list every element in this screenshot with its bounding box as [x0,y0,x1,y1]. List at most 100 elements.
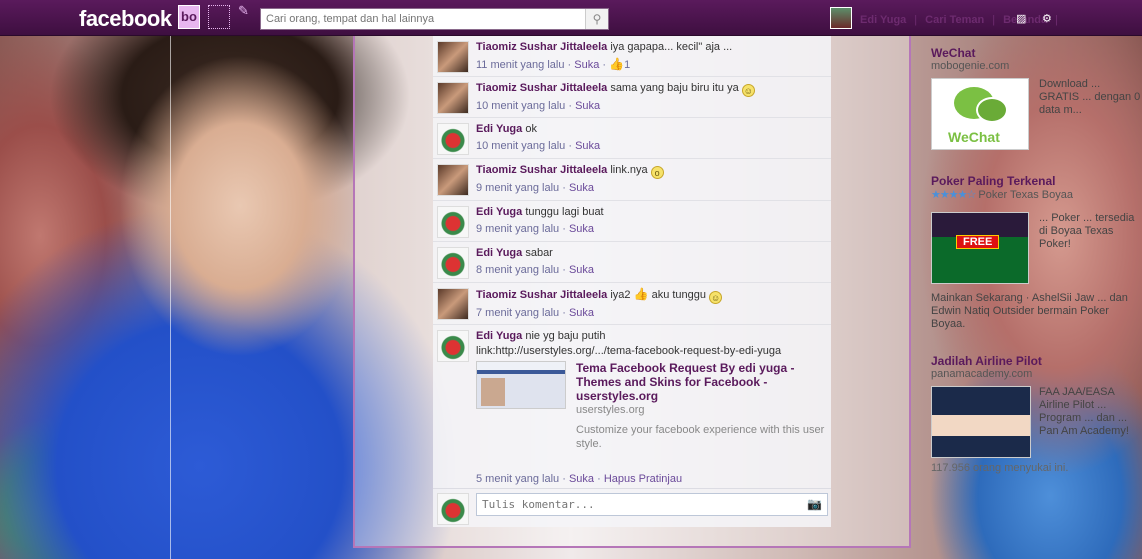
profile-link[interactable]: Edi Yuga [860,14,906,26]
comment-item: Edi Yuga ok 10 menit yang lalu · Suka [433,118,831,159]
comment-text: nie yg baju putih [525,330,606,342]
avatar [437,493,469,525]
commenter-avatar[interactable] [437,247,469,279]
comment-item: Edi Yuga sabar 8 menit yang lalu · Suka [433,242,831,283]
comment-time[interactable]: 10 menit yang lalu [476,100,565,112]
comment-author[interactable]: Edi Yuga [476,206,522,218]
comment-item: Tiaomiz Sushar Jittaleela sama yang baju… [433,77,831,118]
comment-text: link.nya [610,164,648,176]
comment-author[interactable]: Tiaomiz Sushar Jittaleela [476,289,607,301]
commenter-avatar[interactable] [437,288,469,320]
ad-wechat[interactable]: WeChat mobogenie.com WeChat Download ...… [931,46,1142,150]
avatar[interactable] [830,7,853,29]
ad-text: ... Poker ... tersedia di Boyaa Texas Po… [1039,212,1135,250]
like-button[interactable]: Suka [569,223,594,235]
preview-title[interactable]: Tema Facebook Request By edi yuga - Them… [576,361,821,403]
poker-ad-image[interactable]: FREE [931,212,1029,284]
messages-icon[interactable] [208,5,230,29]
ad-text: FAA JAA/EASA Airline Pilot ... Program .… [1039,386,1129,437]
top-bar: facebook bo ✎ ⚲ Edi Yuga | Cari Teman | … [0,0,1142,36]
like-count[interactable]: 1 [624,59,630,71]
comment-text-continued: aku tunggu [651,289,707,301]
comment-composer: 📷 [433,488,831,527]
ad-text: Download ... GRATIS ... dengan 0 data m.… [1039,78,1141,116]
smile-emoticon-icon: ☺ [709,291,723,304]
comment-time[interactable]: 10 menit yang lalu [476,140,565,152]
commenter-avatar[interactable] [437,330,469,362]
smile-emoticon-icon: ☺ [741,84,755,97]
ad-poker[interactable]: Poker Paling Terkenal ★★★★☆ Poker Texas … [931,174,1142,330]
comment-item: Edi Yuga nie yg baju putih link:http://u… [433,325,831,488]
pilot-ad-image[interactable] [931,386,1031,458]
comment-list: Tiaomiz Sushar Jittaleela iya gapapa... … [433,36,831,527]
wechat-logo-icon[interactable]: WeChat [931,78,1029,150]
comment-author[interactable]: Edi Yuga [476,123,522,135]
remove-preview-button[interactable]: Hapus Pratinjau [604,473,682,485]
preview-domain: userstyles.org [576,404,645,416]
find-friends-link[interactable]: Cari Teman [925,14,984,26]
comment-item: Edi Yuga tunggu lagi buat 9 menit yang l… [433,201,831,242]
comment-author[interactable]: Edi Yuga [476,330,522,342]
comment-text: sama yang baju biru itu ya [610,82,739,94]
comment-time[interactable]: 8 menit yang lalu [476,264,559,276]
search-icon[interactable]: ⚲ [585,9,608,29]
settings-icon[interactable]: ⚙ [1042,12,1052,25]
social-context: Mainkan Sekarang · AshelSii Jaw ... dan … [931,292,1128,330]
comment-text: ok [525,123,537,135]
ad-subtitle: Poker Texas Boyaa [978,189,1073,201]
ad-title[interactable]: WeChat [931,46,1142,60]
link-preview[interactable]: Tema Facebook Request By edi yuga - Them… [476,361,826,461]
search-input[interactable] [261,9,581,29]
comment-author[interactable]: Tiaomiz Sushar Jittaleela [476,82,607,94]
preview-thumbnail[interactable] [476,361,566,409]
comment-time[interactable]: 11 menit yang lalu [476,59,564,71]
comment-input[interactable] [477,494,797,515]
like-button[interactable]: Suka [575,100,600,112]
commenter-avatar[interactable] [437,82,469,114]
ad-subtitle: panamacademy.com [931,368,1033,380]
ad-subtitle: mobogenie.com [931,60,1010,72]
facebook-logo[interactable]: facebook [79,6,172,32]
notifications-icon[interactable]: ✎ [238,4,252,18]
ad-pilot[interactable]: Jadilah Airline Pilot panamacademy.com F… [931,354,1142,474]
like-count-icon[interactable]: 👍 [609,57,624,72]
privacy-icon[interactable]: ▨ [1016,12,1026,25]
search-box: ⚲ [260,8,609,30]
preview-description: Customize your facebook experience with … [576,424,825,450]
comment-item: Tiaomiz Sushar Jittaleela iya2 👍 aku tun… [433,283,831,325]
nav-separator: | [1055,14,1058,26]
like-button[interactable]: Suka [574,59,599,71]
thumbs-up-emoticon-icon: 👍 [633,287,649,301]
comment-link[interactable]: link:http://userstyles.org/.../tema-face… [476,344,826,359]
comment-meta: 5 menit yang lalu · Suka · Hapus Pratinj… [476,473,683,485]
like-button[interactable]: Suka [569,307,594,319]
camera-icon[interactable]: 📷 [807,497,822,511]
ad-likes-footer: 117.956 orang menyukai ini. [931,462,1069,474]
comment-author[interactable]: Tiaomiz Sushar Jittaleela [476,41,607,53]
ad-image-label: FREE [956,235,1000,249]
comment-time[interactable]: 9 menit yang lalu [476,182,559,194]
comment-text: sabar [525,247,553,259]
like-button[interactable]: Suka [569,182,594,194]
like-button[interactable]: Suka [575,140,600,152]
ad-title[interactable]: Poker Paling Terkenal [931,174,1142,188]
commenter-avatar[interactable] [437,206,469,238]
comment-time[interactable]: 7 menit yang lalu [476,307,559,319]
rating-stars-icon: ★★★★☆ [931,189,976,201]
comment-time[interactable]: 5 menit yang lalu [476,473,559,485]
comment-time[interactable]: 9 menit yang lalu [476,223,559,235]
friend-requests-icon[interactable]: bo [178,5,200,29]
commenter-avatar[interactable] [437,164,469,196]
ad-image-label: WeChat [948,129,1000,145]
commenter-avatar[interactable] [437,123,469,155]
comment-author[interactable]: Tiaomiz Sushar Jittaleela [476,164,607,176]
like-button[interactable]: Suka [569,264,594,276]
ad-title[interactable]: Jadilah Airline Pilot [931,354,1142,368]
comment-author[interactable]: Edi Yuga [476,247,522,259]
like-button[interactable]: Suka [569,473,594,485]
commenter-avatar[interactable] [437,41,469,73]
nav-separator: | [914,14,918,26]
nav-separator: | [992,14,996,26]
comment-item: Tiaomiz Sushar Jittaleela iya gapapa... … [433,36,831,77]
surprised-emoticon-icon: o [650,166,664,179]
